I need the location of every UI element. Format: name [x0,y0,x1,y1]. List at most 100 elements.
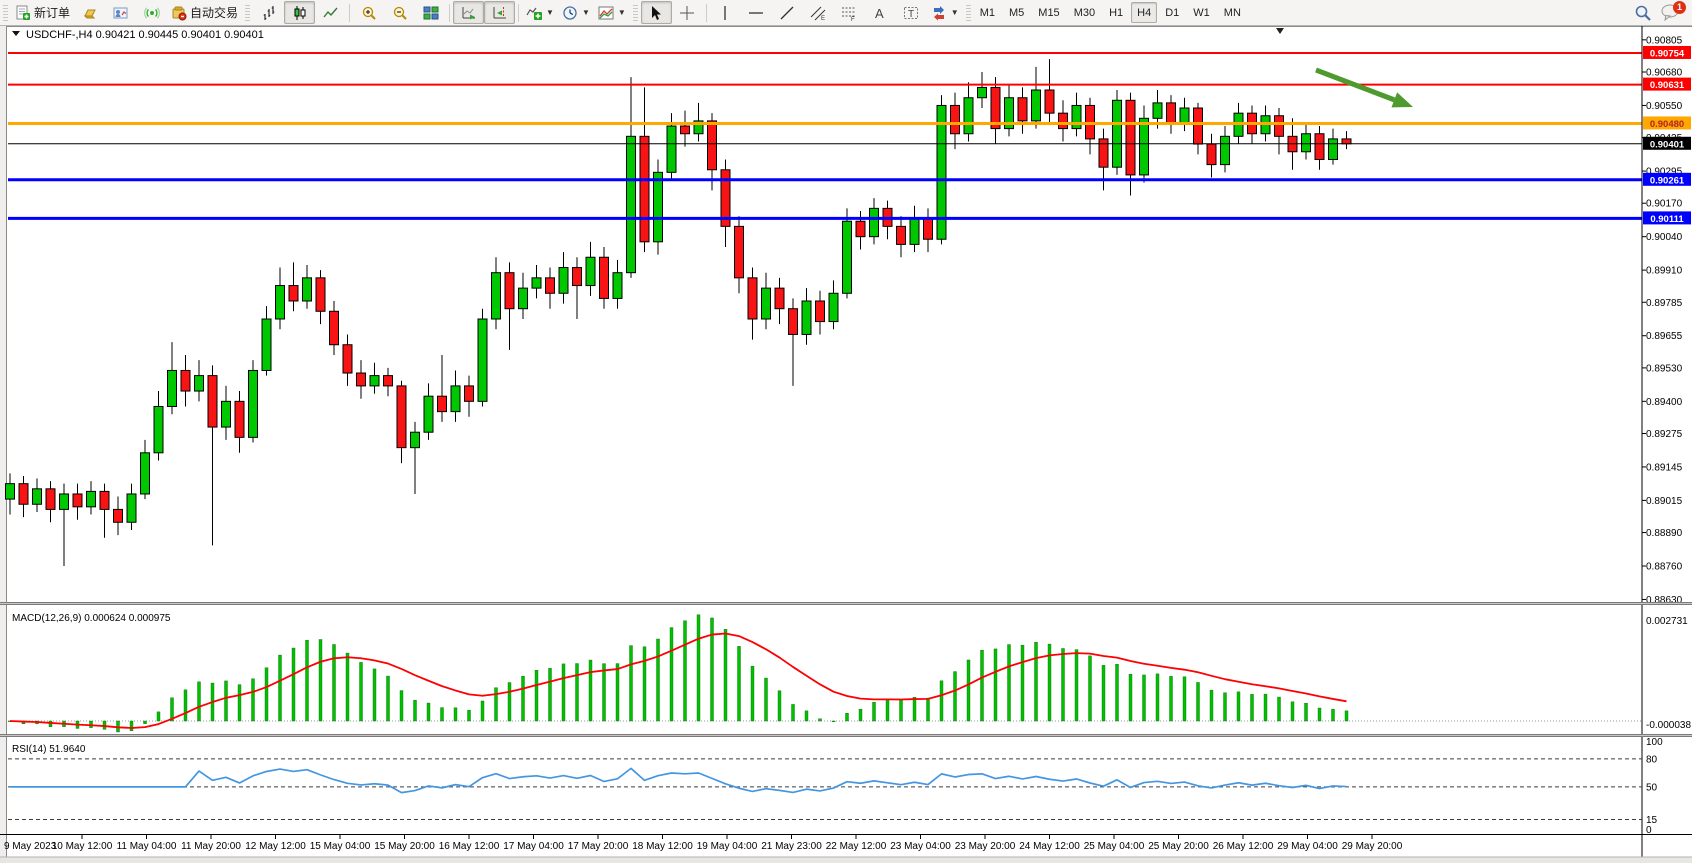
toolbar-drag-handle[interactable] [3,5,8,21]
candle-bear [1059,113,1068,128]
macd-histogram-bar [819,719,822,721]
vertical-line-icon [717,5,733,21]
templates-icon [598,5,614,21]
macd-histogram-bar [684,621,687,721]
quotes-button[interactable] [74,1,105,24]
vertical-line-tool-button[interactable] [710,1,741,24]
text-tool-button[interactable]: A [865,1,896,24]
candle-bear [465,386,474,401]
toolbar-drag-handle[interactable] [633,5,638,21]
indicators-button[interactable]: ▼ [522,1,558,24]
candle-bull [478,319,487,401]
signals-button[interactable] [136,1,167,24]
notifications-button[interactable]: 1 [1660,3,1682,23]
macd-histogram-bar [738,646,741,721]
candle-bull [627,136,636,272]
arrows-tool-button[interactable]: ▼ [927,1,963,24]
time-tick-label: 17 May 04:00 [503,841,564,852]
cursor-tool-button[interactable] [641,1,672,24]
crosshair-icon [679,5,695,21]
price-tick-label: 0.89145 [1646,462,1683,473]
macd-histogram-bar [184,690,187,721]
candle-bull [910,219,919,245]
macd-histogram-bar [252,679,255,721]
macd-histogram-bar [265,668,268,721]
macd-histogram-bar [724,629,727,721]
auto-scroll-button[interactable] [453,1,484,24]
toolbar: 新订单 自动交易 ▼ [0,0,1692,26]
horizontal-line-tool-button[interactable] [741,1,772,24]
candle-bear [640,136,649,241]
candle-bear [681,126,690,134]
candle-bull [222,401,231,427]
time-tick-label: 23 May 04:00 [890,841,951,852]
price-line-badge-label: 0.90631 [1650,80,1685,91]
macd-histogram-bar [130,721,133,731]
zoom-out-button[interactable] [384,1,415,24]
line-chart-button[interactable] [315,1,346,24]
time-tick-label: 21 May 23:00 [761,841,822,852]
text-label-tool-button[interactable]: T [896,1,927,24]
price-tick-label: 0.90805 [1646,35,1683,46]
timeframe-button-m1[interactable]: M1 [974,2,1001,23]
time-tick-label: 22 May 12:00 [826,841,887,852]
autotrading-button[interactable]: 自动交易 [167,1,242,24]
candle-bear [505,273,514,309]
market-watch-button[interactable] [105,1,136,24]
rsi-axis-label: 50 [1646,782,1658,793]
tile-windows-button[interactable] [415,1,446,24]
timeframe-button-h4[interactable]: H4 [1131,2,1157,23]
timeframe-button-m30[interactable]: M30 [1068,2,1101,23]
macd-histogram-bar [670,628,673,721]
macd-histogram-bar [1116,664,1119,721]
timeframe-group: M1M5M15M30H1H4D1W1MN [974,2,1247,23]
macd-histogram-bar [805,711,808,721]
crosshair-tool-button[interactable] [672,1,703,24]
toolbar-drag-handle[interactable] [966,5,971,21]
periods-button[interactable]: ▼ [558,1,594,24]
templates-button[interactable]: ▼ [594,1,630,24]
zoom-in-icon [361,5,377,21]
macd-histogram-bar [400,691,403,721]
timeframe-button-mn[interactable]: MN [1218,2,1247,23]
chart-canvas: USDCHF-,H4 0.90421 0.90445 0.90401 0.904… [0,0,1692,863]
trendline-tool-button[interactable] [772,1,803,24]
candle-bear [100,491,109,509]
macd-axis-max: 0.002731 [1646,616,1688,627]
time-tick-label: 16 May 12:00 [439,841,500,852]
macd-histogram-bar [1264,694,1267,721]
timeframe-button-m5[interactable]: M5 [1003,2,1030,23]
search-icon[interactable] [1634,4,1652,22]
timeframe-button-m15[interactable]: M15 [1032,2,1065,23]
chart-background [6,26,1692,857]
fibonacci-tool-button[interactable]: F [834,1,865,24]
toolbar-drag-handle[interactable] [245,5,250,21]
new-order-button[interactable]: 新订单 [11,1,74,24]
timeframe-button-d1[interactable]: D1 [1159,2,1185,23]
macd-histogram-bar [1237,692,1240,721]
channel-tool-button[interactable]: E [803,1,834,24]
text-label-icon: T [903,5,919,21]
time-tick-label: 11 May 20:00 [181,841,241,852]
candle-bull [978,87,987,97]
timeframe-button-w1[interactable]: W1 [1187,2,1216,23]
candle-bull [829,293,838,321]
zoom-in-button[interactable] [353,1,384,24]
macd-histogram-bar [1210,690,1213,721]
bar-chart-button[interactable] [253,1,284,24]
chart-shift-button[interactable] [484,1,515,24]
time-tick-label: 24 May 12:00 [1019,841,1080,852]
time-tick-label: 29 May 20:00 [1342,841,1403,852]
candle-bull [843,221,852,293]
candlestick-chart-button[interactable] [284,1,315,24]
clock-icon [562,5,578,21]
macd-histogram-bar [630,646,633,721]
candle-bear [600,257,609,298]
macd-histogram-bar [846,713,849,721]
timeframe-button-h1[interactable]: H1 [1103,2,1129,23]
candle-bear [1018,98,1027,121]
candle-bull [1180,108,1189,123]
macd-histogram-bar [360,662,363,721]
new-order-icon [15,5,31,21]
candle-bear [1099,139,1108,167]
